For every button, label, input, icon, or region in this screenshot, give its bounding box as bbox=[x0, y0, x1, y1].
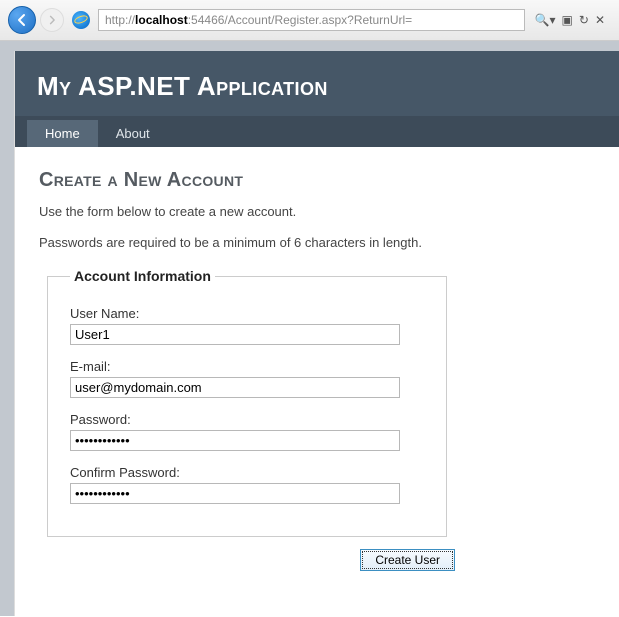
app-banner: My ASP.NET Application bbox=[15, 51, 619, 120]
nav-tabs: Home About bbox=[15, 120, 619, 147]
username-label: User Name: bbox=[70, 306, 424, 321]
app-title: My ASP.NET Application bbox=[37, 71, 597, 102]
submit-row: Create User bbox=[47, 549, 455, 571]
password-input[interactable] bbox=[70, 430, 400, 451]
page-heading: Create a New Account bbox=[39, 169, 595, 192]
field-password: Password: bbox=[70, 412, 424, 451]
browser-toolbar: http://localhost:54466/Account/Register.… bbox=[0, 0, 619, 41]
password-note: Passwords are required to be a minimum o… bbox=[39, 235, 595, 250]
confirm-label: Confirm Password: bbox=[70, 465, 424, 480]
viewport: My ASP.NET Application Home About Create… bbox=[0, 41, 619, 616]
intro-text: Use the form below to create a new accou… bbox=[39, 204, 595, 219]
url-host: localhost bbox=[135, 13, 188, 27]
field-confirm: Confirm Password: bbox=[70, 465, 424, 504]
compat-icon[interactable]: ▣ bbox=[562, 13, 573, 27]
create-user-button[interactable]: Create User bbox=[360, 549, 455, 571]
fieldset-legend: Account Information bbox=[70, 268, 215, 284]
field-username: User Name: bbox=[70, 306, 424, 345]
email-label: E-mail: bbox=[70, 359, 424, 374]
back-button[interactable] bbox=[8, 6, 36, 34]
username-input[interactable] bbox=[70, 324, 400, 345]
ie-icon bbox=[72, 11, 90, 29]
toolbar-icons: 🔍▾ ▣ ↻ ✕ bbox=[529, 13, 611, 27]
confirm-input[interactable] bbox=[70, 483, 400, 504]
field-email: E-mail: bbox=[70, 359, 424, 398]
refresh-icon[interactable]: ↻ bbox=[579, 13, 589, 27]
address-bar[interactable]: http://localhost:54466/Account/Register.… bbox=[98, 9, 525, 31]
account-fieldset: Account Information User Name: E-mail: P… bbox=[47, 268, 447, 537]
page-content: My ASP.NET Application Home About Create… bbox=[14, 51, 619, 616]
search-icon[interactable]: 🔍▾ bbox=[535, 13, 556, 27]
content-area: Create a New Account Use the form below … bbox=[15, 147, 619, 593]
forward-button[interactable] bbox=[40, 8, 64, 32]
email-input[interactable] bbox=[70, 377, 400, 398]
stop-icon[interactable]: ✕ bbox=[595, 13, 605, 27]
password-label: Password: bbox=[70, 412, 424, 427]
url-path: :54466/Account/Register.aspx?ReturnUrl= bbox=[188, 13, 412, 27]
url-protocol: http:// bbox=[105, 13, 135, 27]
tab-home[interactable]: Home bbox=[27, 120, 98, 147]
tab-about[interactable]: About bbox=[98, 120, 168, 147]
